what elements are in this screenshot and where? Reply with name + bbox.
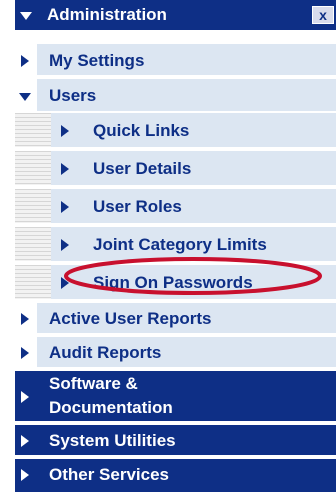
triangle-right-icon <box>21 313 29 325</box>
submenu-item-quick-links[interactable]: Quick Links <box>15 113 336 149</box>
triangle-right-icon <box>21 391 29 403</box>
triangle-right-icon <box>21 55 29 67</box>
triangle-down-icon <box>19 93 31 101</box>
my-settings-label: My Settings <box>49 51 145 70</box>
submenu-item-user-details[interactable]: User Details <box>15 151 336 187</box>
triangle-right-icon <box>61 125 69 137</box>
triangle-right-icon <box>21 469 29 481</box>
triangle-right-icon <box>21 435 29 447</box>
menu-item-users[interactable]: Users <box>15 79 336 113</box>
quick-links-label: Quick Links <box>93 121 190 140</box>
user-details-label: User Details <box>93 159 192 178</box>
active-user-reports-label: Active User Reports <box>49 309 212 328</box>
triangle-right-icon <box>61 239 69 251</box>
administration-header[interactable]: Administration x <box>15 0 336 32</box>
menu-item-my-settings[interactable]: My Settings <box>15 44 336 77</box>
administration-label: Administration <box>47 5 167 24</box>
triangle-right-icon <box>61 163 69 175</box>
menu-item-other-services[interactable]: Other Services <box>15 459 336 492</box>
menu-item-software-documentation[interactable]: Software & Documentation <box>15 371 336 423</box>
audit-reports-label: Audit Reports <box>49 343 162 362</box>
triangle-right-icon <box>61 201 69 213</box>
menu-item-active-user-reports[interactable]: Active User Reports <box>15 303 336 335</box>
software-label: Software & <box>49 374 138 393</box>
documentation-label: Documentation <box>49 398 173 417</box>
menu-item-audit-reports[interactable]: Audit Reports <box>15 337 336 369</box>
joint-category-limits-label: Joint Category Limits <box>93 235 267 254</box>
other-services-label: Other Services <box>49 465 170 484</box>
user-roles-label: User Roles <box>93 197 182 216</box>
system-utilities-label: System Utilities <box>49 431 176 450</box>
highlight-ellipse <box>64 257 322 295</box>
menu-item-system-utilities[interactable]: System Utilities <box>15 425 336 457</box>
triangle-down-icon <box>20 12 32 20</box>
submenu-item-user-roles[interactable]: User Roles <box>15 189 336 225</box>
users-label: Users <box>49 86 97 105</box>
triangle-right-icon <box>21 347 29 359</box>
close-icon[interactable]: x <box>312 6 334 24</box>
